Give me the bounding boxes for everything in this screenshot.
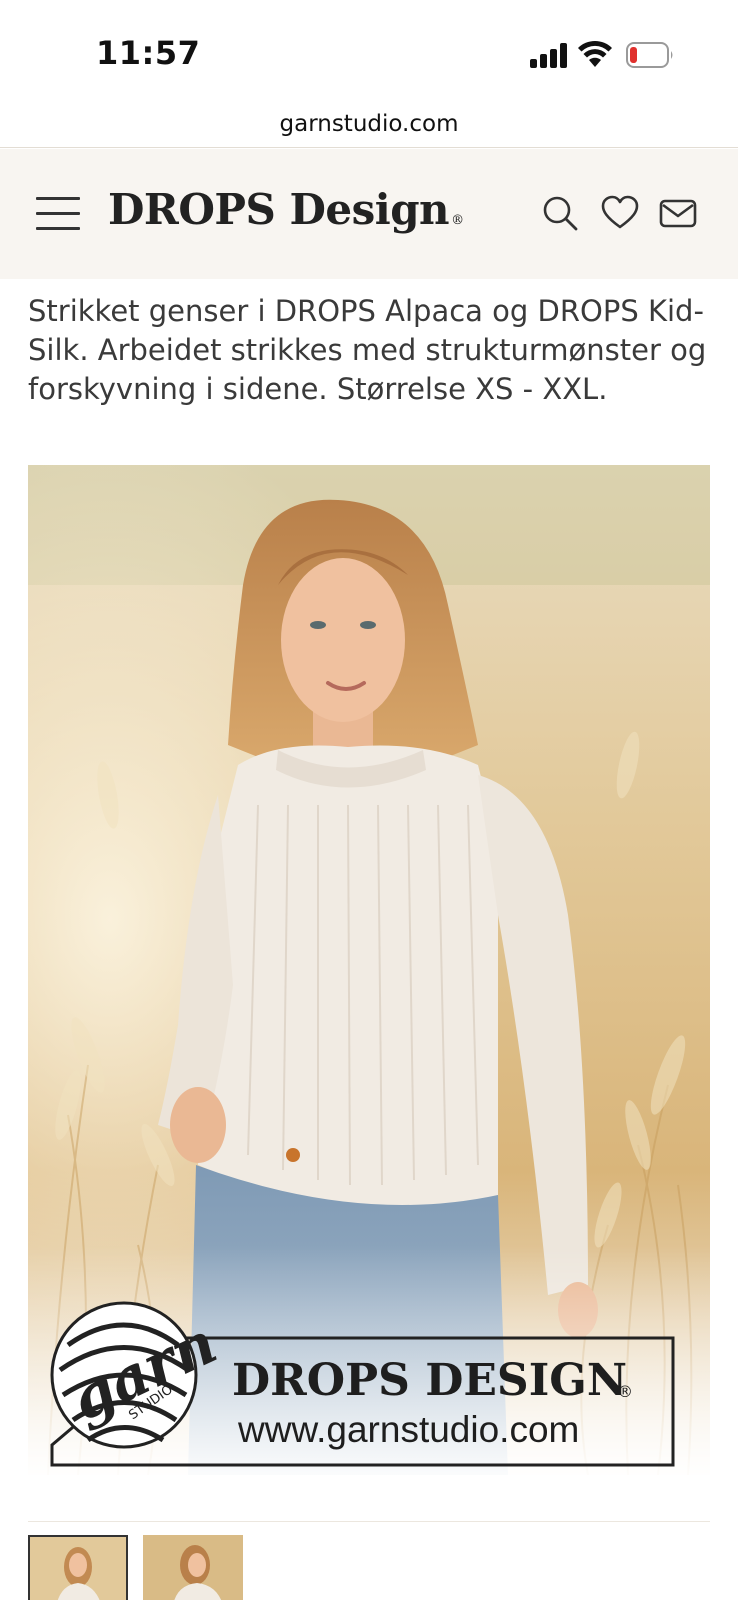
search-icon[interactable] [540,193,580,233]
product-description: Strikket genser i DROPS Alpaca og DROPS … [28,294,707,406]
watermark-registered-mark: ® [617,1382,633,1401]
watermark-url: www.garnstudio.com [237,1409,579,1450]
heart-icon[interactable] [600,193,640,233]
menu-icon[interactable] [36,197,80,231]
wifi-icon [578,40,612,67]
brand-logo[interactable]: DROPS Design ® [108,185,464,234]
gallery-thumbnail-2[interactable] [143,1535,243,1600]
status-time: 11:57 [96,34,201,72]
brand-name: DROPS Design [108,185,450,234]
gallery-divider [28,1521,710,1522]
battery-icon [626,42,673,68]
gallery-thumbnail-1[interactable] [28,1535,128,1600]
status-bar: 11:57 [0,0,738,100]
browser-address-bar[interactable]: garnstudio.com [0,100,738,148]
cellular-signal-icon [530,42,568,68]
site-header: DROPS Design ® [0,149,738,279]
product-main-image[interactable]: garn STUDIO DROPS DESIGN ® www.garnstudi… [28,465,710,1475]
brand-registered-mark: ® [451,213,464,228]
mail-icon[interactable] [658,193,698,233]
watermark-title: DROPS DESIGN [232,1355,627,1406]
url-text: garnstudio.com [279,111,459,137]
